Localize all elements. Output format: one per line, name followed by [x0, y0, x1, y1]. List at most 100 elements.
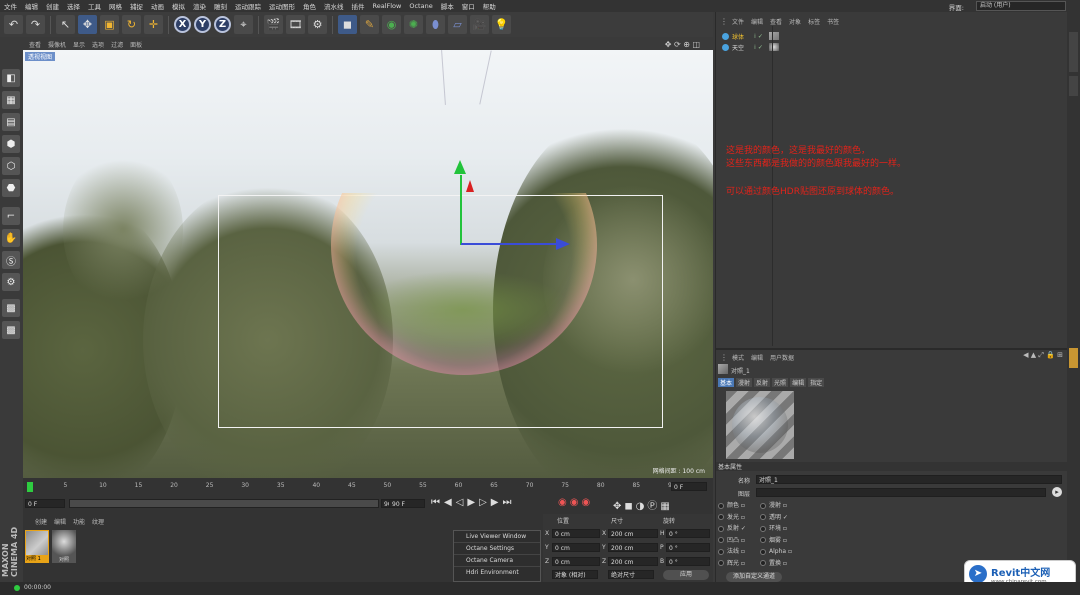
- y-axis-lock-button[interactable]: Y: [194, 16, 211, 33]
- x-axis-arrow-icon[interactable]: [466, 180, 474, 192]
- add-custom-channel-button[interactable]: 添加自定义通道: [726, 572, 782, 582]
- octane-camera-item[interactable]: Octane Camera: [454, 555, 540, 567]
- channel-color-checkbox[interactable]: 颜色 ▫: [718, 500, 746, 512]
- octane-settings-item[interactable]: Octane Settings: [454, 543, 540, 555]
- menu-mograph[interactable]: 运动图形: [269, 1, 295, 11]
- object-row[interactable]: 球体 ⁞ ✓: [722, 31, 812, 41]
- scale-tool-icon[interactable]: ▣: [100, 15, 119, 34]
- channel-alpha-checkbox[interactable]: Alpha ▫: [760, 546, 792, 558]
- z-axis-lock-button[interactable]: Z: [214, 16, 231, 33]
- rotation-b-field[interactable]: 0 °: [666, 557, 710, 566]
- preview-range-slider[interactable]: [69, 499, 379, 508]
- menu-plugins[interactable]: 插件: [352, 1, 365, 11]
- cloner-icon[interactable]: ✺: [404, 15, 423, 34]
- menu-script[interactable]: 脚本: [441, 1, 454, 11]
- axis-mode-icon[interactable]: ⌐: [2, 207, 20, 225]
- menu-sculpt[interactable]: 雕刻: [214, 1, 227, 11]
- viewport-menu-display[interactable]: 显示: [73, 40, 85, 49]
- mat-tab-create[interactable]: 创建: [35, 517, 47, 526]
- workplane-icon[interactable]: ▤: [2, 113, 20, 131]
- rotate-tool-icon[interactable]: ↻: [122, 15, 141, 34]
- timeline[interactable]: 051015202530354045505560657075808590 0 F…: [23, 478, 713, 514]
- om-tab-file[interactable]: 文件: [732, 17, 744, 26]
- am-tab-edit[interactable]: 编辑: [751, 353, 763, 362]
- viewport-menu-options[interactable]: 选项: [92, 40, 104, 49]
- menu-render[interactable]: 渲染: [193, 1, 206, 11]
- channel-tab-basic[interactable]: 基本: [718, 378, 735, 387]
- om-tab-bookmarks[interactable]: 书签: [827, 17, 839, 26]
- menu-tools[interactable]: 工具: [88, 1, 101, 11]
- om-tab-edit[interactable]: 编辑: [751, 17, 763, 26]
- mat-tab-texture[interactable]: 纹理: [92, 517, 104, 526]
- edges-mode-icon[interactable]: ⬡: [2, 157, 20, 175]
- menu-snap[interactable]: 捕捉: [130, 1, 143, 11]
- channel-transparency-checkbox[interactable]: 透明 ✓: [760, 512, 792, 524]
- mat-tab-edit[interactable]: 编辑: [54, 517, 66, 526]
- position-z-field[interactable]: 0 cm: [552, 557, 600, 566]
- menu-simulate[interactable]: 模拟: [172, 1, 185, 11]
- y-axis-arrow-icon[interactable]: [454, 160, 466, 174]
- size-z-field[interactable]: 200 cm: [608, 557, 658, 566]
- channel-tab-illumination[interactable]: 光照: [772, 378, 789, 387]
- am-tab-userdata[interactable]: 用户数据: [770, 353, 794, 362]
- camera-icon[interactable]: 🎥: [470, 15, 489, 34]
- coordinate-system-icon[interactable]: ⌖: [234, 15, 253, 34]
- tweak-mode-icon[interactable]: ✋: [2, 229, 20, 247]
- channel-tab-assign[interactable]: 指定: [808, 378, 825, 387]
- deformer-icon[interactable]: ⬮: [426, 15, 445, 34]
- position-x-field[interactable]: 0 cm: [552, 529, 600, 538]
- position-y-field[interactable]: 0 cm: [552, 543, 600, 552]
- grid-icon[interactable]: ▩: [2, 299, 20, 317]
- channel-reflect-checkbox[interactable]: 反射 ✓: [718, 523, 746, 535]
- render-settings-icon[interactable]: ⚙: [308, 15, 327, 34]
- side-tab-objects[interactable]: [1069, 32, 1078, 72]
- snap-icon[interactable]: Ⓢ: [2, 251, 20, 269]
- name-field[interactable]: 对照_1: [756, 475, 1062, 484]
- rotation-p-field[interactable]: 0 °: [666, 543, 710, 552]
- om-tab-objects[interactable]: 对象: [789, 17, 801, 26]
- texture-mode-icon[interactable]: ▦: [2, 91, 20, 109]
- viewport[interactable]: 透视视图 网格间距 : 100 cm: [23, 50, 713, 478]
- object-row[interactable]: 天空 ⁞ ✓: [722, 42, 812, 52]
- start-frame-field[interactable]: 0 F: [25, 499, 65, 508]
- light-icon[interactable]: 💡: [492, 15, 511, 34]
- undo-button[interactable]: ↶: [4, 15, 23, 34]
- channel-diffuse-checkbox[interactable]: 漫射 ▫: [760, 500, 792, 512]
- polygons-mode-icon[interactable]: ⬣: [2, 179, 20, 197]
- am-tab-mode[interactable]: 模式: [732, 353, 744, 362]
- viewport-menu-view[interactable]: 查看: [29, 40, 41, 49]
- end-frame-field[interactable]: 90 F: [389, 499, 425, 508]
- channel-tab-diffuse[interactable]: 漫射: [736, 378, 753, 387]
- recent-tool-icon[interactable]: ✛: [144, 15, 163, 34]
- channel-glow-checkbox[interactable]: 辉光 ▫: [718, 558, 746, 570]
- menu-window[interactable]: 窗口: [462, 1, 475, 11]
- z-axis-arrow-icon[interactable]: [556, 238, 570, 250]
- size-mode-select[interactable]: 绝对尺寸: [608, 570, 654, 579]
- viewport-nav-icons[interactable]: ✥ ⟳ ⊕ ◫: [665, 40, 700, 49]
- layer-menu-icon[interactable]: ▸: [1052, 487, 1062, 497]
- om-tab-tags[interactable]: 标签: [808, 17, 820, 26]
- rotation-h-field[interactable]: 0 °: [666, 529, 710, 538]
- channel-tab-reflect[interactable]: 反射: [754, 378, 771, 387]
- select-tool-icon[interactable]: ↖: [56, 15, 75, 34]
- workplane-grid-icon[interactable]: ▩: [2, 321, 20, 339]
- menu-select[interactable]: 选择: [67, 1, 80, 11]
- menu-motion-tracking[interactable]: 运动跟踪: [235, 1, 261, 11]
- redo-button[interactable]: ↷: [26, 15, 45, 34]
- menu-pipeline[interactable]: 流水线: [324, 1, 344, 11]
- timeline-ruler[interactable]: 051015202530354045505560657075808590: [28, 482, 676, 492]
- size-x-field[interactable]: 200 cm: [608, 529, 658, 538]
- record-keys-icon[interactable]: ◉◉◉: [558, 497, 593, 508]
- side-tab-attributes[interactable]: [1069, 348, 1078, 368]
- menu-help[interactable]: 帮助: [483, 1, 496, 11]
- visibility-icon[interactable]: ⁞ ✓: [754, 33, 763, 40]
- y-axis-gizmo[interactable]: [460, 175, 462, 245]
- key-mode-icons[interactable]: ✥◼◑Ⓟ▦: [613, 497, 673, 512]
- viewport-menu-panel[interactable]: 面板: [130, 40, 142, 49]
- attribute-nav-icons[interactable]: ◀ ▲ ⤢ 🔒 ⊞: [1023, 351, 1063, 360]
- size-y-field[interactable]: 200 cm: [608, 543, 658, 552]
- channel-bump-checkbox[interactable]: 凹凸 ▫: [718, 535, 746, 547]
- material-tag-icon[interactable]: [768, 32, 779, 40]
- visibility-icon[interactable]: ⁞ ✓: [754, 44, 763, 51]
- floor-icon[interactable]: ▱: [448, 15, 467, 34]
